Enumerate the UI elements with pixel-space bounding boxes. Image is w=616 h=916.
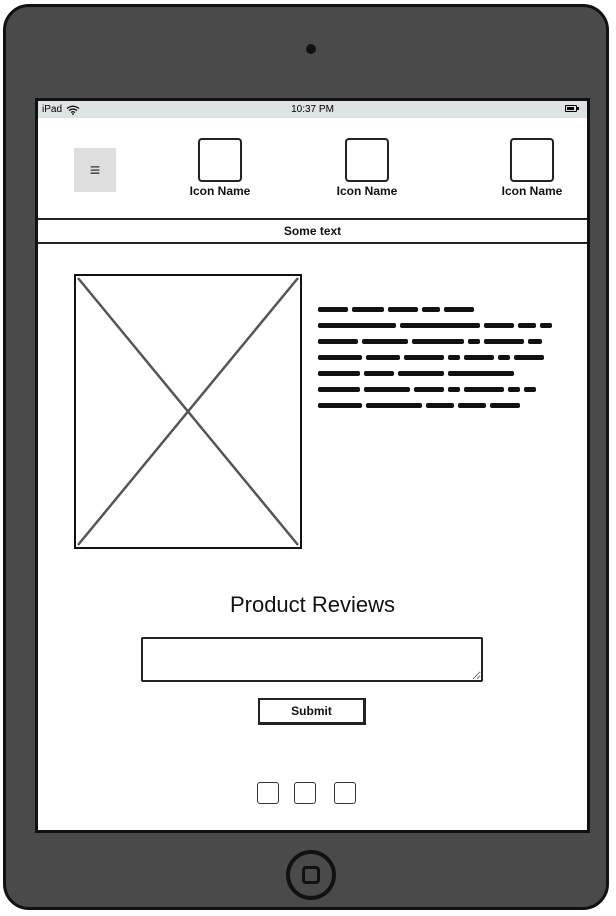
- camera-icon: [306, 44, 316, 54]
- image-placeholder: [74, 274, 302, 549]
- nav-item-label: Icon Name: [501, 184, 563, 198]
- submit-button[interactable]: Submit: [258, 698, 366, 725]
- status-bar: iPad 10:37 PM: [38, 101, 587, 118]
- nav-item-2[interactable]: Icon Name: [322, 138, 412, 198]
- ipad-frame: iPad 10:37 PM ≡ Icon Name Icon Name Icon…: [3, 4, 609, 910]
- nav-item-label: Icon Name: [336, 184, 398, 198]
- review-input[interactable]: [141, 637, 483, 682]
- placeholder-icon: [198, 138, 242, 182]
- banner-text: Some text: [38, 218, 587, 244]
- nav-item-label: Icon Name: [189, 184, 251, 198]
- screen: iPad 10:37 PM ≡ Icon Name Icon Name Icon…: [35, 98, 590, 833]
- nav-item-3[interactable]: Icon Name: [487, 138, 577, 198]
- status-time: 10:37 PM: [291, 104, 334, 115]
- home-square-icon: [302, 866, 320, 884]
- battery-icon: [565, 105, 579, 112]
- section-title: Product Reviews: [229, 592, 396, 617]
- pagination-box-2[interactable]: [294, 782, 316, 804]
- placeholder-icon: [345, 138, 389, 182]
- placeholder-icon: [510, 138, 554, 182]
- hamburger-menu-button[interactable]: ≡: [74, 148, 116, 192]
- pagination-box-1[interactable]: [257, 782, 279, 804]
- pagination-box-3[interactable]: [334, 782, 356, 804]
- menu-icon: ≡: [89, 159, 101, 180]
- home-button[interactable]: [286, 850, 336, 900]
- nav-item-1[interactable]: Icon Name: [175, 138, 265, 198]
- lorem-text-block: [318, 301, 563, 413]
